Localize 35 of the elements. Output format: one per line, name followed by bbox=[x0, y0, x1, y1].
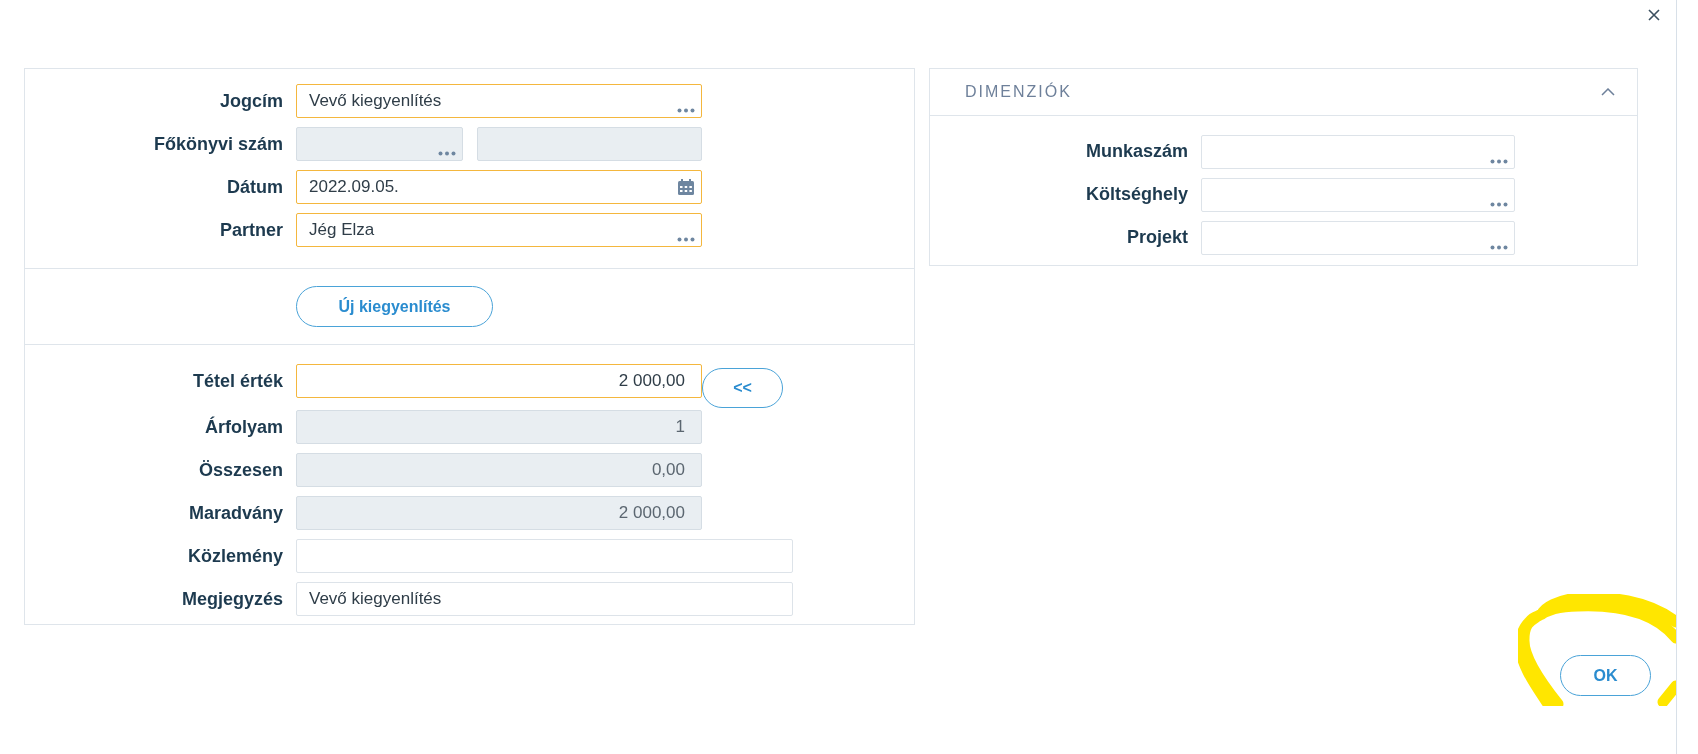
ellipsis-icon[interactable] bbox=[1490, 244, 1508, 250]
ellipsis-icon[interactable] bbox=[677, 108, 695, 113]
panel-header[interactable]: DIMENZIÓK bbox=[930, 69, 1637, 116]
field-label: Projekt bbox=[1126, 227, 1188, 248]
ellipsis-icon[interactable] bbox=[1490, 201, 1508, 207]
input-field[interactable]: 2 000,00 bbox=[296, 364, 702, 398]
input-field[interactable]: Jég Elza bbox=[296, 213, 702, 247]
input-field[interactable]: 2022.09.05. bbox=[296, 170, 702, 204]
field-label: Megjegyzés bbox=[181, 588, 283, 610]
field-label: Dátum bbox=[227, 176, 283, 198]
input-field[interactable] bbox=[1201, 177, 1515, 212]
field-label: Tétel érték bbox=[192, 370, 283, 392]
input-field[interactable]: Vevő kiegyenlítés bbox=[296, 582, 793, 616]
chevron-up-icon[interactable] bbox=[1601, 88, 1615, 96]
input-field[interactable] bbox=[1201, 220, 1515, 255]
field-label: Jogcím bbox=[219, 90, 283, 112]
field-label: Költséghely bbox=[1085, 184, 1188, 205]
field-label: Közlemény bbox=[187, 545, 283, 567]
input-field[interactable] bbox=[1201, 134, 1515, 169]
field-label: Főkönyvi szám bbox=[153, 133, 283, 155]
input-field[interactable] bbox=[296, 539, 793, 573]
field-label: Összesen bbox=[198, 459, 283, 481]
ellipsis-icon[interactable] bbox=[677, 237, 695, 242]
ellipsis-icon[interactable] bbox=[1490, 158, 1508, 164]
panel-title: DIMENZIÓK bbox=[965, 83, 1072, 101]
ok-button[interactable]: OK bbox=[1560, 655, 1651, 696]
field-label: Partner bbox=[219, 219, 283, 241]
field-label: Munkaszám bbox=[1085, 141, 1188, 162]
copy-value-button[interactable]: << bbox=[702, 368, 783, 408]
field-label: Maradvány bbox=[188, 502, 283, 524]
input-field[interactable]: Vevő kiegyenlítés bbox=[296, 84, 702, 118]
close-icon[interactable] bbox=[1648, 9, 1660, 21]
field-label: Árfolyam bbox=[204, 416, 283, 438]
new-settlement-button[interactable]: Új kiegyenlítés bbox=[296, 286, 493, 327]
calendar-icon[interactable] bbox=[677, 178, 695, 196]
